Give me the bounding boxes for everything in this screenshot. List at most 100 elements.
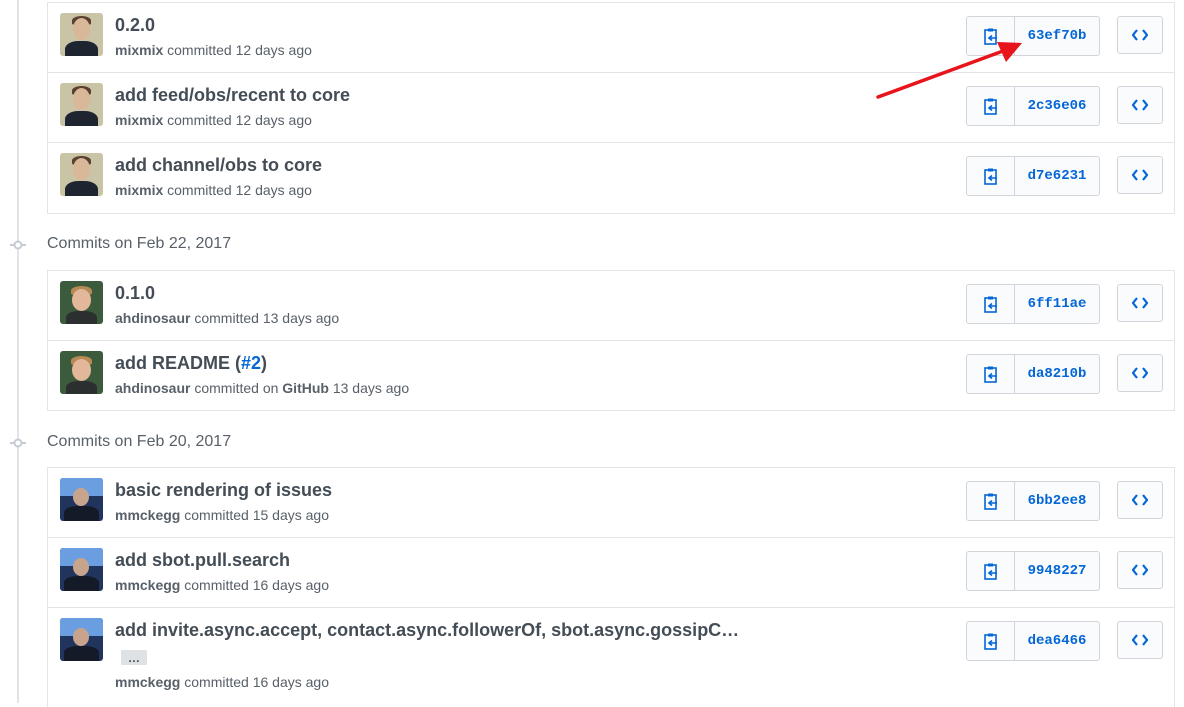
ahdinosaur-avatar[interactable] <box>60 281 103 324</box>
sha-button-group: 9948227 <box>966 551 1100 591</box>
commit-group-3: basic rendering of issues mmckegg commit… <box>47 467 1175 707</box>
mmckegg-avatar[interactable] <box>60 478 103 521</box>
clippy-icon <box>983 366 997 383</box>
browse-repo-button[interactable] <box>1117 284 1163 322</box>
commit-group-date: Commits on Feb 20, 2017 <box>47 433 232 450</box>
commit-action: committed <box>167 112 232 128</box>
commit-row: add README (#2) ahdinosaur committed on … <box>48 341 1174 411</box>
commit-author[interactable]: mmckegg <box>115 674 180 690</box>
copy-sha-button[interactable] <box>967 17 1015 55</box>
commit-time: 16 days ago <box>252 674 330 690</box>
commit-title[interactable]: add feed/obs/recent to core <box>115 85 350 106</box>
browse-repo-button[interactable] <box>1117 621 1163 659</box>
timeline-line <box>17 0 19 703</box>
git-commit-icon <box>10 240 26 250</box>
commit-action: committed <box>184 507 249 523</box>
commit-time: 12 days ago <box>235 182 312 198</box>
sha-button-group: dea6466 <box>966 621 1100 661</box>
commit-meta: ahdinosaur committed on GitHub 13 days a… <box>115 380 409 396</box>
pull-request-link[interactable]: #2 <box>241 353 261 373</box>
commit-sha-link[interactable]: d7e6231 <box>1015 157 1099 195</box>
copy-sha-button[interactable] <box>967 622 1015 660</box>
mixmix-avatar[interactable] <box>60 83 103 126</box>
mmckegg-avatar[interactable] <box>60 548 103 591</box>
code-icon <box>1132 99 1148 111</box>
commit-sha-link[interactable]: 6bb2ee8 <box>1015 482 1099 520</box>
commit-sha-link[interactable]: 2c36e06 <box>1015 87 1099 125</box>
copy-sha-button[interactable] <box>967 285 1015 323</box>
commit-title-text[interactable]: add README ( <box>115 353 241 373</box>
commit-author[interactable]: mixmix <box>115 42 163 58</box>
commit-meta: mmckegg committed 16 days ago <box>115 674 329 690</box>
commit-action: committed <box>194 310 259 326</box>
commit-sha-link[interactable]: 63ef70b <box>1015 17 1099 55</box>
commit-meta: mixmix committed 12 days ago <box>115 182 312 198</box>
browse-repo-button[interactable] <box>1117 551 1163 589</box>
commit-time: 12 days ago <box>235 112 312 128</box>
commit-group-2: 0.1.0 ahdinosaur committed 13 days ago 6… <box>47 270 1175 411</box>
browse-repo-button[interactable] <box>1117 86 1163 124</box>
commit-time: 12 days ago <box>235 42 312 58</box>
commit-meta: mixmix committed 12 days ago <box>115 42 312 58</box>
commit-row: add invite.async.accept, contact.async.f… <box>48 608 1174 702</box>
commit-author[interactable]: mmckegg <box>115 577 180 593</box>
copy-sha-button[interactable] <box>967 552 1015 590</box>
commit-sha-link[interactable]: dea6466 <box>1015 622 1099 660</box>
commit-sha-link[interactable]: 6ff11ae <box>1015 285 1099 323</box>
sha-button-group: 2c36e06 <box>966 86 1100 126</box>
clippy-icon <box>983 493 997 510</box>
commit-title[interactable]: add README (#2) <box>115 353 267 374</box>
commit-row: 0.1.0 ahdinosaur committed 13 days ago 6… <box>48 271 1174 341</box>
code-icon <box>1132 494 1148 506</box>
commit-sha-link[interactable]: 9948227 <box>1015 552 1099 590</box>
commit-meta: mmckegg committed 16 days ago <box>115 577 329 593</box>
commit-title[interactable]: 0.1.0 <box>115 283 155 304</box>
copy-sha-button[interactable] <box>967 482 1015 520</box>
clippy-icon <box>983 168 997 185</box>
commit-action: committed <box>184 674 249 690</box>
code-icon <box>1132 169 1148 181</box>
commit-author[interactable]: ahdinosaur <box>115 310 190 326</box>
commit-row: add sbot.pull.search mmckegg committed 1… <box>48 538 1174 608</box>
commit-time: 15 days ago <box>252 507 330 523</box>
commit-author[interactable]: mixmix <box>115 112 163 128</box>
commit-sha-link[interactable]: da8210b <box>1015 355 1099 393</box>
commit-meta: mixmix committed 12 days ago <box>115 112 312 128</box>
code-icon <box>1132 367 1148 379</box>
commit-meta: mmckegg committed 15 days ago <box>115 507 329 523</box>
copy-sha-button[interactable] <box>967 355 1015 393</box>
commit-title[interactable]: 0.2.0 <box>115 15 155 36</box>
commit-title[interactable]: add sbot.pull.search <box>115 550 290 571</box>
clippy-icon <box>983 563 997 580</box>
browse-repo-button[interactable] <box>1117 16 1163 54</box>
copy-sha-button[interactable] <box>967 87 1015 125</box>
commit-action: committed on <box>194 380 279 396</box>
commit-row: 0.2.0 mixmix committed 12 days ago 63ef7… <box>48 3 1174 73</box>
mixmix-avatar[interactable] <box>60 13 103 56</box>
browse-repo-button[interactable] <box>1117 354 1163 392</box>
copy-sha-button[interactable] <box>967 157 1015 195</box>
code-icon <box>1132 564 1148 576</box>
commit-author[interactable]: ahdinosaur <box>115 380 190 396</box>
browse-repo-button[interactable] <box>1117 156 1163 194</box>
commit-row: add feed/obs/recent to core mixmix commi… <box>48 73 1174 143</box>
commit-author[interactable]: mmckegg <box>115 507 180 523</box>
code-icon <box>1132 29 1148 41</box>
code-icon <box>1132 634 1148 646</box>
commit-title-text[interactable]: ) <box>261 353 267 373</box>
commit-author[interactable]: mixmix <box>115 182 163 198</box>
committer-github: GitHub <box>282 380 329 396</box>
commit-time: 13 days ago <box>332 380 410 396</box>
commit-title[interactable]: add channel/obs to core <box>115 155 322 176</box>
commit-title[interactable]: basic rendering of issues <box>115 480 332 501</box>
git-commit-icon <box>10 438 26 448</box>
commit-title[interactable]: add invite.async.accept, contact.async.f… <box>115 620 739 641</box>
expand-message-button[interactable]: … <box>121 650 147 665</box>
mixmix-avatar[interactable] <box>60 153 103 196</box>
sha-button-group: 6ff11ae <box>966 284 1100 324</box>
browse-repo-button[interactable] <box>1117 481 1163 519</box>
commit-row: basic rendering of issues mmckegg commit… <box>48 468 1174 538</box>
mmckegg-avatar[interactable] <box>60 618 103 661</box>
commit-action: committed <box>167 42 232 58</box>
ahdinosaur-avatar[interactable] <box>60 351 103 394</box>
